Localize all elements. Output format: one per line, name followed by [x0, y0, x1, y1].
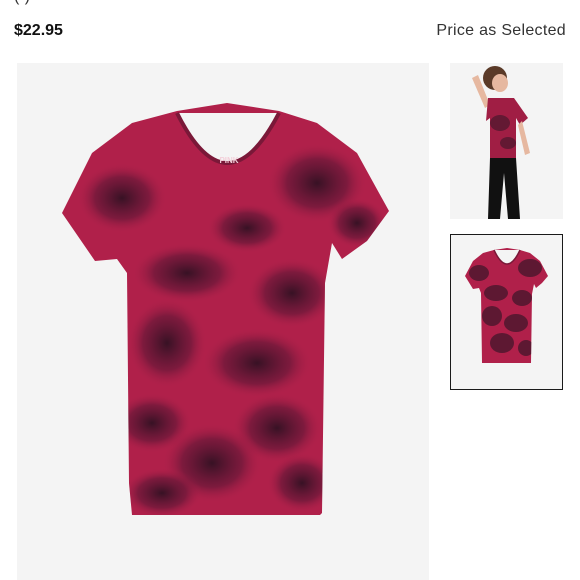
thumbnail-model[interactable] [450, 63, 563, 219]
product-price: $22.95 [14, 22, 63, 39]
price-as-selected-label: Price as Selected [436, 22, 566, 39]
tie-dye-shirt-image: PINK [62, 103, 389, 515]
brand-logo: PINK [219, 156, 238, 165]
main-product-image[interactable]: PINK [17, 63, 429, 580]
product-title-cutoff: ( ) [14, 0, 31, 6]
model-photo [450, 63, 563, 219]
flat-lay-photo [465, 248, 548, 363]
thumbnail-flat-lay[interactable] [450, 234, 563, 390]
